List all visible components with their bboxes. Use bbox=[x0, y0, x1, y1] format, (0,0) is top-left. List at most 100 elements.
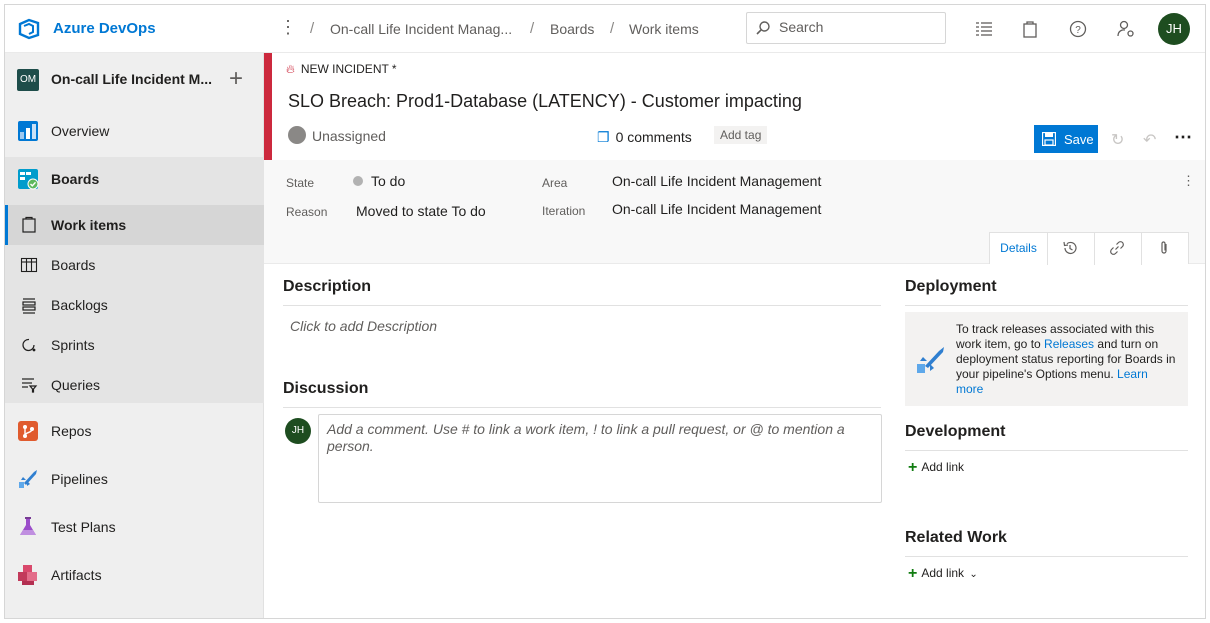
artifacts-icon bbox=[18, 565, 37, 585]
sidebar-item-artifacts[interactable]: Artifacts bbox=[5, 553, 264, 597]
sidebar-item-label: Repos bbox=[51, 423, 92, 439]
plus-icon: + bbox=[908, 459, 918, 476]
more-options-icon[interactable]: ⋮ bbox=[279, 17, 297, 38]
repos-icon bbox=[18, 421, 38, 441]
search-box[interactable] bbox=[746, 12, 946, 44]
releases-link[interactable]: Releases bbox=[1044, 337, 1094, 351]
assignee-picker[interactable]: Unassigned bbox=[288, 126, 386, 146]
azure-devops-logo-icon[interactable] bbox=[17, 17, 41, 41]
tab-links[interactable] bbox=[1095, 233, 1142, 265]
related-work-add-link-button[interactable]: + Add link ⌄ bbox=[908, 564, 978, 582]
breadcrumb-separator: / bbox=[310, 20, 315, 37]
list-icon[interactable] bbox=[974, 19, 994, 39]
work-item-form: 🔥︎ NEW INCIDENT * SLO Breach: Prod1-Datab… bbox=[264, 53, 1205, 618]
deployment-title: Deployment bbox=[905, 278, 997, 295]
work-item-type: 🔥︎ NEW INCIDENT * bbox=[286, 62, 397, 77]
bag-icon[interactable] bbox=[1020, 19, 1040, 39]
reason-label: Reason bbox=[286, 205, 328, 219]
breadcrumb-project[interactable]: On-call Life Incident Manag... bbox=[330, 21, 512, 37]
commenter-avatar: JH bbox=[285, 418, 311, 444]
pipelines-rocket-icon bbox=[917, 347, 944, 373]
tab-history[interactable] bbox=[1048, 233, 1095, 265]
help-icon[interactable]: ? bbox=[1068, 19, 1088, 39]
comments-link[interactable]: ❐ 0 comments bbox=[597, 129, 692, 146]
work-item-type-label: NEW INCIDENT * bbox=[300, 62, 397, 76]
breadcrumb-work-items[interactable]: Work items bbox=[629, 21, 699, 37]
description-title: Description bbox=[283, 278, 372, 295]
project-name[interactable]: On-call Life Incident M... bbox=[51, 71, 216, 87]
breadcrumb-separator: / bbox=[610, 20, 615, 37]
incident-flame-icon: 🔥︎ bbox=[286, 62, 295, 76]
person-icon bbox=[288, 126, 306, 145]
user-avatar[interactable]: JH bbox=[1158, 13, 1190, 45]
development-add-link-button[interactable]: + Add link bbox=[908, 458, 964, 476]
state-field[interactable]: To do bbox=[371, 173, 405, 189]
work-items-icon bbox=[22, 216, 36, 233]
test-plans-icon bbox=[20, 517, 36, 535]
user-settings-icon[interactable] bbox=[1116, 19, 1136, 39]
work-item-color-bar bbox=[264, 53, 272, 160]
deployment-info-text: To track releases associated with this w… bbox=[956, 322, 1178, 397]
sidebar-item-pipelines[interactable]: Pipelines bbox=[5, 457, 264, 501]
reason-field[interactable]: Moved to state To do bbox=[356, 203, 486, 219]
iteration-field[interactable]: On-call Life Incident Management bbox=[612, 201, 821, 217]
sidebar-item-boards[interactable]: Boards bbox=[5, 157, 264, 201]
overview-icon bbox=[18, 121, 38, 141]
sidebar-item-label: Test Plans bbox=[51, 519, 116, 535]
form-tabs: Details bbox=[989, 232, 1189, 265]
save-disk-icon bbox=[1042, 132, 1056, 146]
undo-icon[interactable]: ↶ bbox=[1143, 130, 1156, 150]
refresh-icon[interactable]: ↻ bbox=[1111, 130, 1124, 150]
search-input[interactable] bbox=[779, 19, 939, 35]
sidebar-subitem-sprints[interactable]: Sprints bbox=[5, 325, 264, 365]
top-bar: Azure DevOps ⋮ / On-call Life Incident M… bbox=[5, 5, 1205, 53]
svg-text:?: ? bbox=[1075, 25, 1081, 36]
tab-details[interactable]: Details bbox=[990, 233, 1048, 265]
brand-name[interactable]: Azure DevOps bbox=[53, 20, 156, 37]
description-field[interactable]: Click to add Description bbox=[290, 318, 437, 334]
divider bbox=[283, 305, 881, 306]
work-item-title[interactable]: SLO Breach: Prod1-Database (LATENCY) - C… bbox=[288, 91, 802, 112]
related-work-title: Related Work bbox=[905, 529, 1007, 546]
sidebar-subitem-label: Work items bbox=[51, 217, 127, 233]
comment-input[interactable]: Add a comment. Use # to link a work item… bbox=[318, 414, 882, 503]
history-icon bbox=[1063, 241, 1077, 254]
more-actions-icon[interactable]: ⋯ bbox=[1174, 127, 1192, 148]
divider bbox=[905, 556, 1188, 557]
app-window: Azure DevOps ⋮ / On-call Life Incident M… bbox=[4, 4, 1206, 619]
tab-attachments[interactable] bbox=[1142, 233, 1189, 265]
sidebar-subitem-label: Sprints bbox=[51, 337, 95, 353]
comment-icon: ❐ bbox=[597, 129, 610, 145]
chevron-down-icon: ⌄ bbox=[969, 569, 978, 580]
sidebar-subitem-work-items[interactable]: Work items bbox=[5, 205, 264, 245]
sidebar-item-label: Pipelines bbox=[51, 471, 108, 487]
sidebar-subitem-queries[interactable]: Queries bbox=[5, 365, 264, 405]
divider bbox=[283, 407, 881, 408]
project-header[interactable]: OM On-call Life Incident M... + bbox=[5, 53, 264, 105]
comments-count: 0 comments bbox=[615, 129, 692, 145]
add-link-label: Add link bbox=[921, 460, 965, 474]
sprints-icon bbox=[22, 338, 36, 352]
sidebar-item-label: Artifacts bbox=[51, 567, 102, 583]
link-icon bbox=[1110, 241, 1124, 255]
sidebar-subitem-boards[interactable]: Boards bbox=[5, 245, 264, 285]
add-tag-button[interactable]: Add tag bbox=[714, 126, 768, 144]
save-button[interactable]: Save bbox=[1034, 125, 1098, 153]
sidebar-subitem-label: Backlogs bbox=[51, 297, 108, 313]
sidebar-item-repos[interactable]: Repos bbox=[5, 409, 264, 453]
breadcrumb-boards[interactable]: Boards bbox=[550, 21, 594, 37]
project-avatar: OM bbox=[17, 69, 39, 91]
sidebar-item-overview[interactable]: Overview bbox=[5, 109, 264, 153]
sidebar-item-label: Boards bbox=[51, 171, 100, 187]
fields-more-icon[interactable]: ⋮ bbox=[1182, 173, 1195, 189]
state-indicator-icon bbox=[353, 176, 363, 186]
work-item-header: 🔥︎ NEW INCIDENT * SLO Breach: Prod1-Datab… bbox=[264, 53, 1205, 160]
sidebar-subitem-backlogs[interactable]: Backlogs bbox=[5, 285, 264, 325]
state-label: State bbox=[286, 176, 315, 190]
boards-group: Boards Work items Boards Backlogs Sprint… bbox=[5, 157, 264, 403]
add-icon[interactable]: + bbox=[229, 65, 243, 93]
search-icon bbox=[756, 21, 770, 35]
development-title: Development bbox=[905, 423, 1006, 440]
area-field[interactable]: On-call Life Incident Management bbox=[612, 173, 821, 189]
sidebar-item-test-plans[interactable]: Test Plans bbox=[5, 505, 264, 549]
